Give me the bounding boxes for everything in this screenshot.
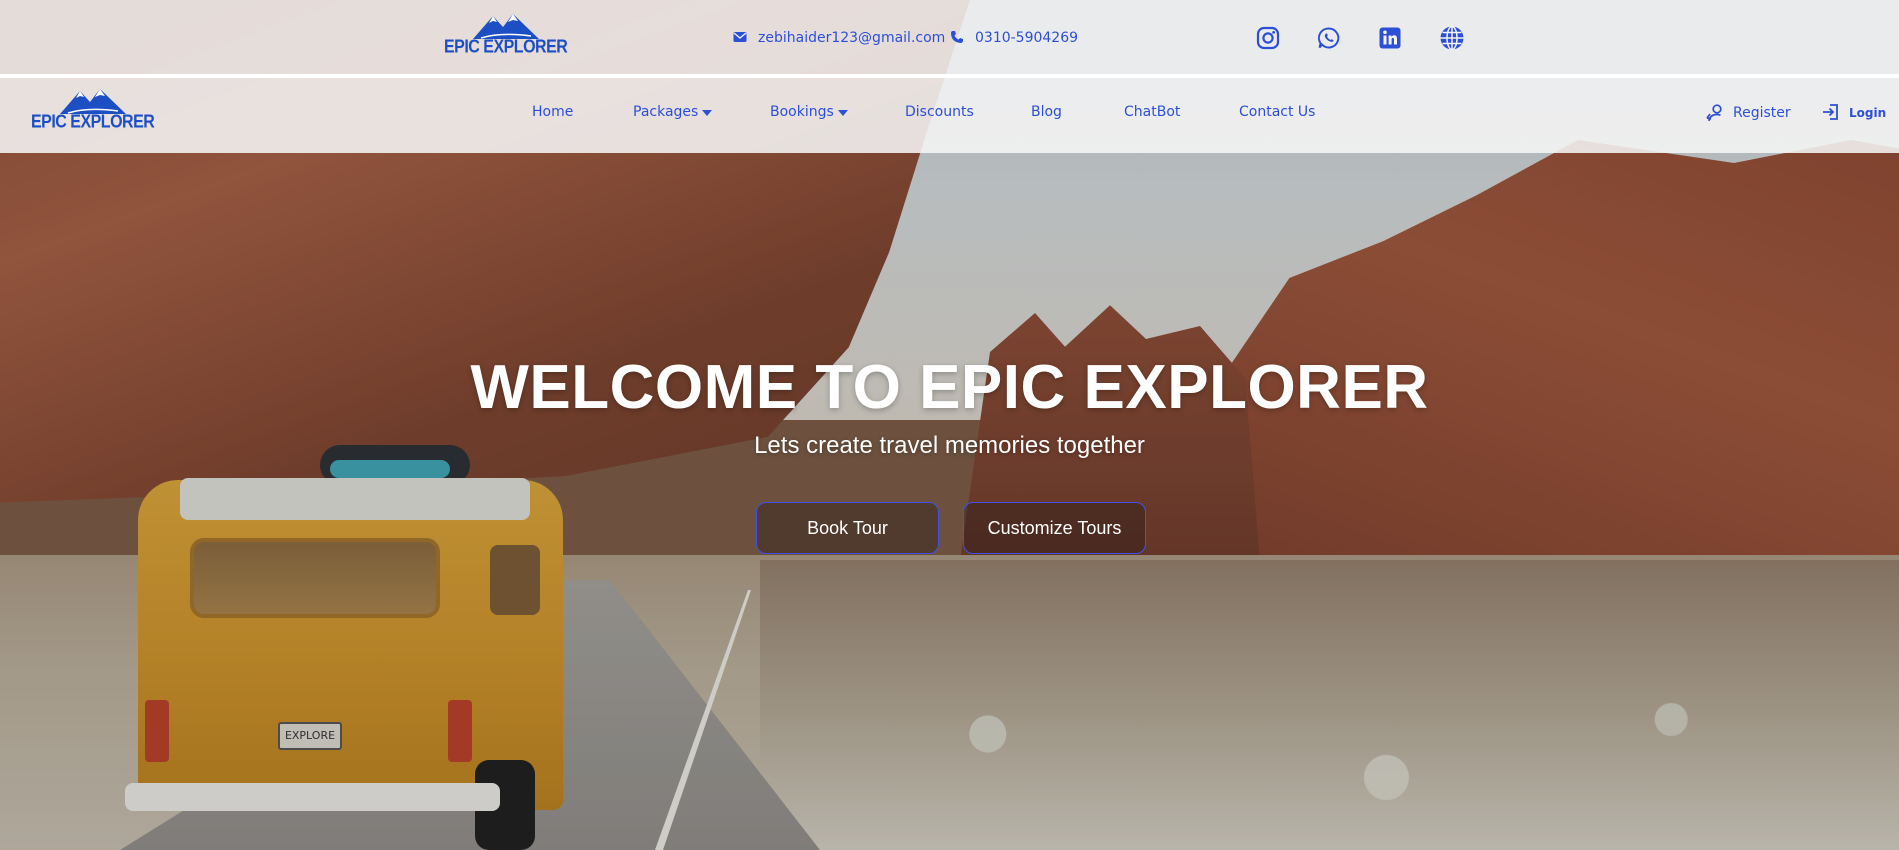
nav-contact-us[interactable]: Contact Us bbox=[1239, 104, 1315, 120]
whatsapp-icon[interactable] bbox=[1316, 25, 1342, 51]
contact-email-text: zebihaider123@gmail.com bbox=[758, 30, 946, 46]
linkedin-icon[interactable] bbox=[1377, 25, 1403, 51]
caret-down-icon bbox=[702, 110, 713, 116]
mountain-logo-icon bbox=[472, 14, 539, 39]
nav-home-label: Home bbox=[532, 104, 574, 120]
contact-phone[interactable]: 0310-5904269 bbox=[950, 30, 1078, 46]
contact-email[interactable]: zebihaider123@gmail.com bbox=[733, 30, 945, 46]
mountain-logo-icon bbox=[59, 89, 126, 114]
nav-packages[interactable]: Packages bbox=[633, 104, 713, 120]
customize-tours-label: Customize Tours bbox=[987, 517, 1122, 538]
login-icon bbox=[1821, 102, 1843, 124]
nav-bookings-label: Bookings bbox=[770, 104, 834, 120]
instagram-icon[interactable] bbox=[1255, 25, 1281, 51]
contact-phone-text: 0310-5904269 bbox=[975, 30, 1079, 46]
brand-logo-text: EPIC EXPLORER bbox=[31, 112, 155, 133]
globe-icon[interactable] bbox=[1439, 25, 1465, 51]
nav-blog[interactable]: Blog bbox=[1031, 104, 1062, 120]
nav-chatbot[interactable]: ChatBot bbox=[1124, 104, 1180, 120]
login-label: Login bbox=[1849, 106, 1887, 120]
register-button[interactable]: Register bbox=[1705, 102, 1791, 124]
hero-subtitle: Lets create travel memories together bbox=[754, 432, 1145, 459]
nav-home[interactable]: Home bbox=[532, 104, 573, 120]
envelope-icon bbox=[733, 30, 749, 46]
nav-contact-us-label: Contact Us bbox=[1239, 104, 1316, 120]
book-tour-label: Book Tour bbox=[807, 517, 888, 538]
nav-discounts-label: Discounts bbox=[905, 104, 974, 120]
nav-discounts[interactable]: Discounts bbox=[905, 104, 974, 120]
nav-blog-label: Blog bbox=[1031, 104, 1062, 120]
nav-chatbot-label: ChatBot bbox=[1124, 104, 1181, 120]
customize-tours-button[interactable]: Customize Tours bbox=[963, 502, 1146, 554]
brand-logo-top[interactable]: EPIC EXPLORER bbox=[444, 12, 568, 58]
brand-logo-nav[interactable]: EPIC EXPLORER bbox=[31, 87, 155, 133]
brand-logo-text: EPIC EXPLORER bbox=[444, 37, 568, 58]
nav-packages-label: Packages bbox=[633, 104, 699, 120]
register-user-icon bbox=[1705, 102, 1727, 124]
book-tour-button[interactable]: Book Tour bbox=[756, 502, 939, 554]
phone-icon bbox=[950, 30, 966, 46]
hero-title: WELCOME TO EPIC EXPLORER bbox=[470, 353, 1429, 422]
login-button[interactable]: Login bbox=[1821, 102, 1886, 124]
nav-bookings[interactable]: Bookings bbox=[770, 104, 848, 120]
register-label: Register bbox=[1733, 105, 1791, 121]
caret-down-icon bbox=[837, 110, 848, 116]
